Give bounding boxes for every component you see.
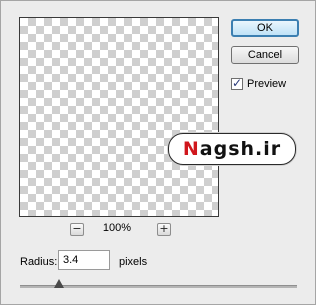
cancel-button[interactable]: Cancel [231, 46, 299, 64]
radius-label: Radius: [20, 256, 58, 268]
preview-canvas[interactable] [19, 17, 219, 217]
preview-checkbox[interactable]: ✓ [231, 76, 243, 90]
preview-toggle[interactable]: ✓ Preview [231, 76, 286, 92]
zoom-in-button[interactable]: + [157, 223, 171, 236]
gaussian-blur-dialog: − 100% + OK Cancel ✓ Preview Nagsh.ir Ra… [0, 0, 316, 305]
radius-unit-label: pixels [119, 256, 148, 268]
watermark-logo: Nagsh.ir [168, 133, 296, 165]
watermark-rest: agsh.ir [199, 138, 282, 160]
check-icon: ✓ [232, 76, 243, 90]
watermark-text: Nagsh.ir [183, 138, 281, 160]
zoom-level: 100% [102, 222, 132, 234]
watermark-first-letter: N [182, 138, 200, 160]
radius-input[interactable] [58, 250, 110, 270]
radius-slider-thumb[interactable] [53, 279, 64, 288]
preview-label: Preview [247, 78, 287, 90]
ok-button[interactable]: OK [231, 19, 299, 37]
zoom-out-button[interactable]: − [70, 223, 84, 236]
